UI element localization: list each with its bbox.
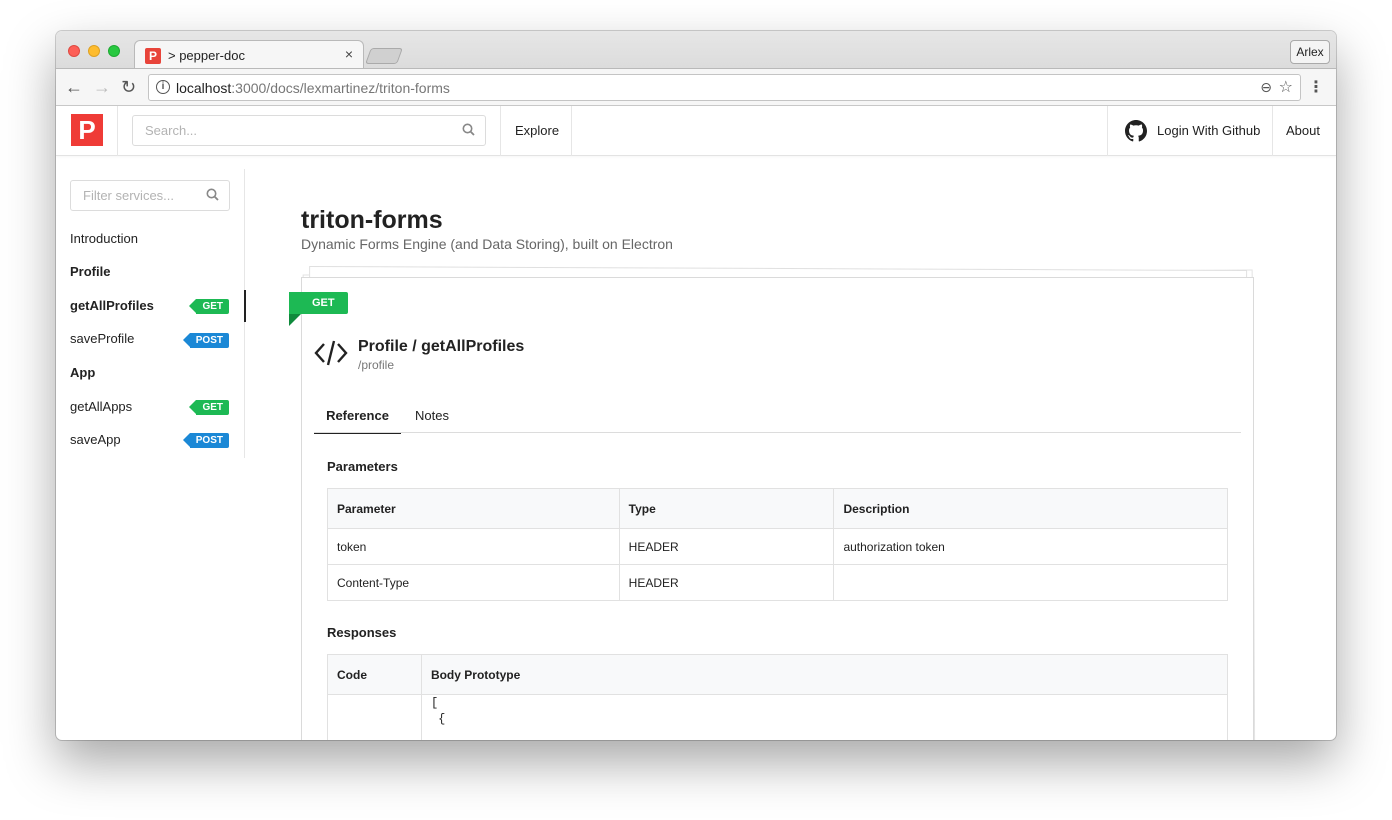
address-bar[interactable]: i localhost:3000/docs/lexmartinez/triton… — [148, 74, 1301, 101]
table-cell: HEADER — [618, 564, 835, 601]
filter-box[interactable] — [70, 180, 230, 211]
column-header: Description — [833, 488, 1228, 529]
favicon-icon: P — [145, 48, 161, 64]
table-cell — [833, 564, 1228, 601]
table-row: token HEADER authorization token — [327, 528, 1228, 565]
get-method-badge: GET — [189, 400, 229, 415]
post-method-badge: POST — [182, 333, 229, 348]
table-row: Content-Type HEADER — [327, 564, 1228, 601]
sidebar-group-profile: Profile — [70, 264, 111, 279]
badge-fold — [289, 314, 301, 326]
column-header: Code — [327, 654, 422, 695]
endpoint-path: /profile — [358, 358, 395, 372]
active-item-indicator — [244, 290, 246, 322]
app-header: P Explore Login With Github About — [56, 106, 1336, 156]
about-link[interactable]: About — [1286, 123, 1320, 138]
minimize-window-button[interactable] — [88, 45, 100, 57]
table-cell: Content-Type — [327, 564, 620, 601]
responses-heading: Responses — [327, 625, 397, 640]
browser-tab[interactable]: P > pepper-doc × — [134, 40, 364, 69]
parameters-table: Parameter Type Description token HEADER … — [327, 488, 1228, 601]
table-header-row: Parameter Type Description — [327, 488, 1228, 529]
sidebar-group-app: App — [70, 365, 96, 380]
code-icon — [314, 339, 348, 372]
sidebar-item-saveprofile[interactable]: saveProfile — [70, 331, 134, 346]
zoom-icon[interactable]: ⊖ — [1260, 79, 1272, 96]
info-icon[interactable]: i — [156, 80, 170, 94]
profile-button[interactable]: Arlex — [1290, 40, 1330, 64]
header-divider — [117, 106, 118, 156]
search-icon[interactable] — [206, 188, 219, 206]
sidebar-item-introduction[interactable]: Introduction — [70, 231, 138, 246]
new-tab-button[interactable] — [365, 48, 403, 64]
browser-toolbar: ← → ↻ i localhost:3000/docs/lexmartinez/… — [56, 68, 1336, 106]
forward-arrow-icon[interactable]: → — [93, 77, 111, 98]
get-method-badge: GET — [189, 299, 229, 314]
doc-subtitle: Dynamic Forms Engine (and Data Storing),… — [301, 236, 673, 252]
table-row: [ { — [327, 694, 1229, 740]
pepper-logo[interactable]: P — [71, 114, 103, 146]
close-window-button[interactable] — [68, 45, 80, 57]
maximize-window-button[interactable] — [108, 45, 120, 57]
responses-table: Code Body Prototype [ { — [327, 654, 1229, 740]
title-bar: P > pepper-doc × Arlex — [56, 31, 1336, 69]
url-text[interactable]: localhost:3000/docs/lexmartinez/triton-f… — [176, 80, 450, 96]
browser-window: P > pepper-doc × Arlex ← → ↻ i localhost… — [56, 31, 1336, 740]
column-header: Type — [618, 488, 835, 529]
search-box[interactable] — [132, 115, 486, 146]
tabs-divider — [314, 432, 1241, 433]
table-cell: authorization token — [833, 528, 1228, 565]
browser-menu-icon[interactable]: ⋮ — [1308, 77, 1324, 97]
sidebar-item-saveapp[interactable]: saveApp — [70, 432, 121, 447]
sidebar-item-getallapps[interactable]: getAllApps — [70, 399, 132, 414]
sidebar-item-getallprofiles[interactable]: getAllProfiles — [70, 298, 154, 313]
post-method-badge: POST — [182, 433, 229, 448]
search-icon[interactable] — [462, 123, 475, 141]
services-sidebar: Introduction Profile getAllProfiles GET … — [56, 169, 246, 458]
column-header: Parameter — [327, 488, 620, 529]
endpoint-title: Profile / getAllProfiles — [358, 338, 525, 355]
doc-title: triton-forms — [301, 206, 443, 234]
explore-link[interactable]: Explore — [515, 123, 559, 138]
table-header-row: Code Body Prototype — [327, 654, 1229, 695]
column-header: Body Prototype — [420, 654, 1229, 695]
endpoint-method-badge: GET — [289, 292, 348, 314]
header-divider — [1107, 106, 1108, 156]
login-github-link[interactable]: Login With Github — [1157, 123, 1260, 138]
filter-services-input[interactable] — [71, 181, 214, 210]
header-divider — [500, 106, 501, 156]
github-icon[interactable] — [1125, 120, 1147, 142]
tab-title: > pepper-doc — [168, 48, 245, 63]
search-input[interactable] — [133, 116, 450, 145]
tab-close-icon[interactable]: × — [345, 46, 353, 62]
back-arrow-icon[interactable]: ← — [65, 77, 83, 98]
table-cell: HEADER — [618, 528, 835, 565]
tab-notes[interactable]: Notes — [406, 402, 458, 434]
body-prototype-code: [ { — [420, 694, 1229, 740]
table-cell: token — [327, 528, 620, 565]
reload-icon[interactable]: ↻ — [121, 77, 136, 98]
header-divider — [1272, 106, 1273, 156]
header-divider — [571, 106, 572, 156]
bookmark-star-icon[interactable]: ☆ — [1279, 77, 1293, 97]
tab-reference[interactable]: Reference — [314, 402, 401, 434]
table-cell — [327, 694, 422, 740]
parameters-heading: Parameters — [327, 459, 398, 474]
